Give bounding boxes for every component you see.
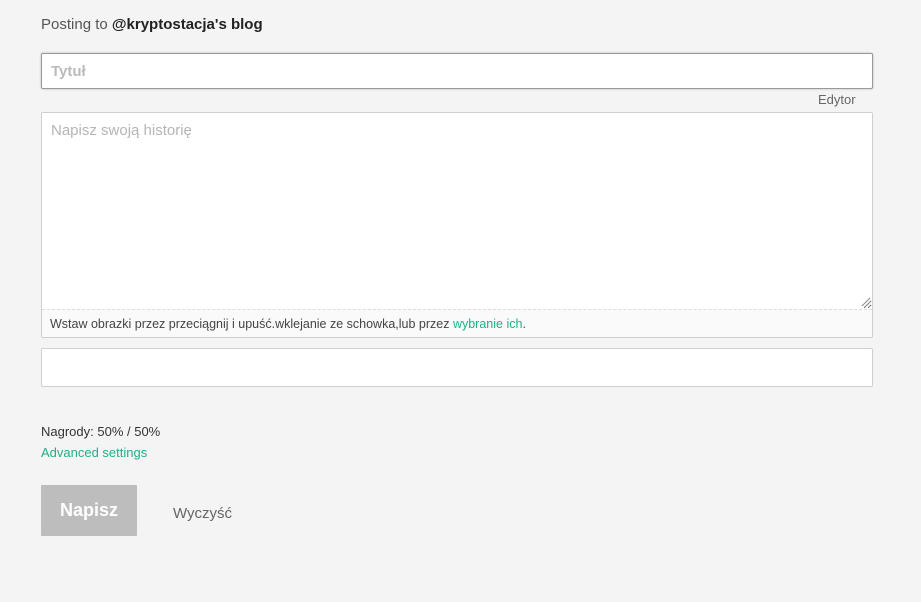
editor-toggle-link[interactable]: Edytor xyxy=(818,92,856,108)
clear-button[interactable]: Wyczyść xyxy=(173,505,232,523)
rewards-label: Nagrody: 50% / 50% xyxy=(41,424,161,439)
posting-to-line: Posting to @kryptostacja's blog xyxy=(41,15,263,35)
story-editor: Wstaw obrazki przez przeciągnij i upuść.… xyxy=(41,112,873,338)
resize-grip-icon[interactable] xyxy=(861,297,871,307)
title-input[interactable] xyxy=(41,53,873,89)
posting-to-prefix: Posting to xyxy=(41,16,108,33)
post-editor-page: Posting to @kryptostacja's blog Edytor W… xyxy=(0,0,921,602)
submit-button[interactable]: Napisz xyxy=(41,485,137,536)
image-drop-hint: Wstaw obrazki przez przeciągnij i upuść.… xyxy=(42,309,872,337)
drop-hint-text: Wstaw obrazki przez przeciągnij i upuść.… xyxy=(50,317,453,331)
tags-input[interactable] xyxy=(41,348,873,387)
drop-hint-end: . xyxy=(522,317,526,331)
advanced-settings-link[interactable]: Advanced settings xyxy=(41,445,147,461)
select-images-link[interactable]: wybranie ich xyxy=(453,317,522,331)
story-textarea[interactable] xyxy=(42,113,872,309)
blog-name: @kryptostacja's blog xyxy=(111,16,263,33)
